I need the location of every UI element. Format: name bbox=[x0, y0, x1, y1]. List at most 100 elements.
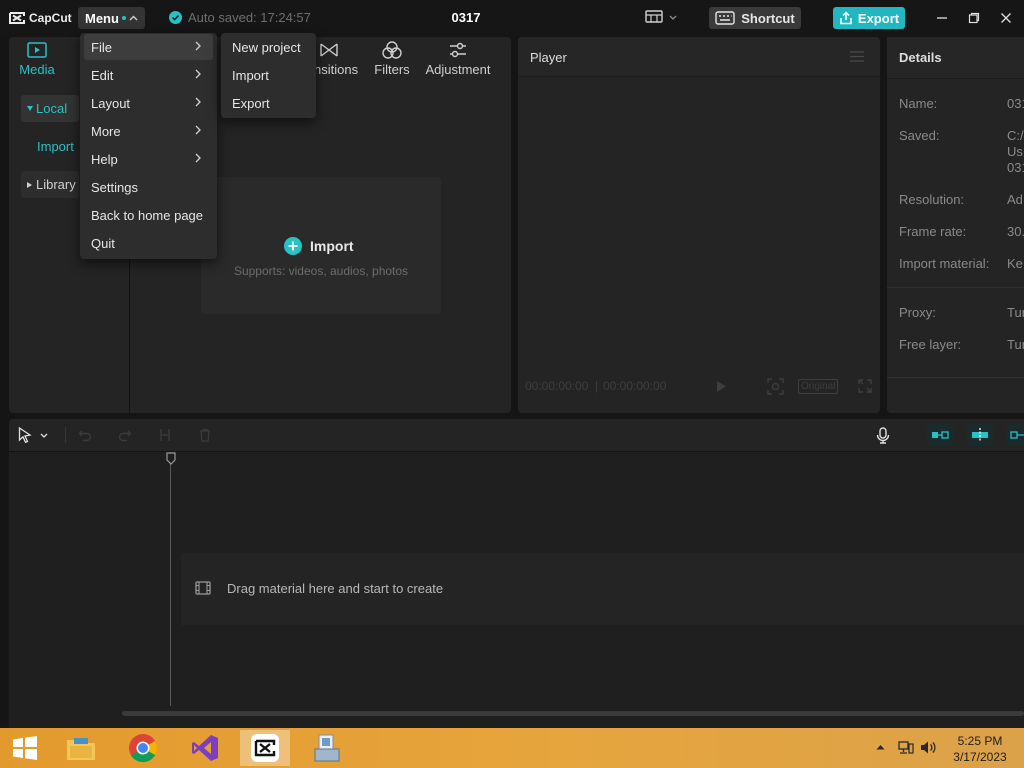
taskbar-app[interactable] bbox=[302, 730, 352, 766]
redo-button[interactable] bbox=[118, 428, 132, 442]
minimize-button[interactable] bbox=[932, 8, 952, 28]
details-free-layer-value: Tur bbox=[1007, 337, 1024, 352]
details-proxy-label: Proxy: bbox=[899, 305, 936, 320]
layout-button[interactable] bbox=[645, 10, 677, 24]
select-tool-button[interactable] bbox=[18, 427, 48, 443]
menu-item-quit-label: Quit bbox=[91, 235, 115, 251]
close-window-button[interactable] bbox=[996, 8, 1016, 28]
play-icon bbox=[717, 381, 726, 392]
split-icon bbox=[160, 429, 170, 441]
menu-item-more-label: More bbox=[91, 123, 121, 139]
import-media-button[interactable]: Import bbox=[284, 237, 354, 255]
tab-media[interactable]: Media bbox=[16, 40, 58, 77]
menu-item-file[interactable]: File bbox=[84, 34, 213, 60]
chevron-right-icon bbox=[195, 97, 201, 107]
time-separator: | bbox=[595, 379, 599, 393]
toolbar-divider bbox=[65, 427, 66, 443]
shortcut-button[interactable]: Shortcut bbox=[709, 7, 801, 29]
menu-item-more[interactable]: More bbox=[84, 118, 213, 144]
player-menu-button[interactable] bbox=[850, 51, 864, 62]
fullscreen-button[interactable] bbox=[858, 379, 872, 393]
tab-filters[interactable]: Filters bbox=[372, 40, 412, 77]
record-audio-button[interactable] bbox=[876, 427, 890, 444]
caret-down-icon bbox=[27, 106, 33, 111]
playhead-icon bbox=[166, 452, 176, 465]
fit-icon bbox=[767, 378, 784, 395]
undo-button[interactable] bbox=[78, 428, 92, 442]
details-import-material-label: Import material: bbox=[899, 256, 990, 271]
project-title: 0317 bbox=[451, 10, 481, 25]
visual-studio-icon bbox=[192, 735, 218, 761]
main-track-magnet-toggle[interactable] bbox=[927, 424, 953, 446]
redo-icon bbox=[118, 430, 132, 442]
details-framerate-value: 30. bbox=[1007, 224, 1024, 239]
main-menu-dropdown: File Edit Layout More Help Settings Back… bbox=[80, 33, 217, 259]
tray-clock-time[interactable]: 5:25 PM bbox=[950, 734, 1010, 748]
check-circle-icon bbox=[169, 11, 182, 24]
start-button[interactable] bbox=[0, 730, 50, 766]
chevron-down-icon bbox=[669, 15, 677, 20]
linkage-toggle[interactable] bbox=[1007, 424, 1024, 446]
tray-show-hidden[interactable] bbox=[876, 744, 885, 750]
taskbar-file-explorer[interactable] bbox=[56, 730, 106, 766]
split-button[interactable] bbox=[158, 428, 172, 442]
timeline-drop-hint: Drag material here and start to create bbox=[227, 581, 444, 596]
play-button[interactable] bbox=[716, 380, 727, 393]
menu-item-help[interactable]: Help bbox=[84, 146, 213, 172]
taskbar-capcut[interactable] bbox=[240, 730, 290, 766]
filters-icon bbox=[382, 40, 402, 59]
delete-button[interactable] bbox=[198, 428, 212, 442]
tray-clock-date[interactable]: 3/17/2023 bbox=[950, 750, 1010, 764]
tab-adjustment[interactable]: Adjustment bbox=[423, 40, 493, 77]
sidebar-item-local[interactable]: Local bbox=[21, 95, 79, 122]
player-time-total: 00:00:00:00 bbox=[603, 379, 667, 393]
maximize-button[interactable] bbox=[964, 8, 984, 28]
timeline-scrollbar[interactable] bbox=[122, 711, 1024, 716]
playhead-handle[interactable] bbox=[166, 452, 176, 465]
menu-item-quit[interactable]: Quit bbox=[84, 230, 213, 256]
menu-item-layout[interactable]: Layout bbox=[84, 90, 213, 116]
chrome-icon bbox=[129, 734, 157, 763]
menu-item-settings[interactable]: Settings bbox=[84, 174, 213, 200]
export-label: Export bbox=[857, 10, 900, 26]
ratio-button[interactable]: Original bbox=[798, 379, 839, 394]
sidebar-item-local-label: Local bbox=[36, 101, 68, 116]
tab-transitions-label: nsitions bbox=[314, 62, 359, 77]
chevron-right-icon bbox=[195, 41, 201, 51]
windows-start-icon bbox=[13, 736, 37, 760]
details-framerate-label: Frame rate: bbox=[899, 224, 967, 239]
shortcut-label: Shortcut bbox=[741, 10, 795, 26]
tab-filters-label: Filters bbox=[374, 62, 410, 77]
auto-snap-toggle[interactable] bbox=[967, 424, 993, 446]
chevron-up-icon bbox=[129, 15, 138, 21]
network-icon bbox=[898, 741, 914, 754]
player-header bbox=[518, 37, 880, 77]
maximize-icon bbox=[968, 12, 980, 24]
tray-network[interactable] bbox=[898, 740, 914, 755]
submenu-item-import[interactable]: Import bbox=[232, 68, 269, 83]
submenu-item-export[interactable]: Export bbox=[232, 96, 270, 111]
player-time-current: 00:00:00:00 bbox=[525, 379, 589, 393]
menu-item-edit-label: Edit bbox=[91, 67, 114, 83]
menu-item-settings-label: Settings bbox=[91, 179, 138, 195]
fit-button[interactable] bbox=[767, 378, 784, 395]
export-button[interactable]: Export bbox=[833, 7, 905, 29]
sidebar-item-import[interactable]: Import bbox=[37, 139, 74, 154]
delete-icon bbox=[200, 428, 210, 442]
submenu-item-new-project[interactable]: New project bbox=[232, 40, 301, 55]
menu-button[interactable]: Menu bbox=[78, 7, 145, 29]
tab-adjustment-label: Adjustment bbox=[425, 62, 491, 77]
plus-circle-icon bbox=[284, 237, 302, 255]
taskbar-chrome[interactable] bbox=[118, 730, 168, 766]
menu-item-back-home[interactable]: Back to home page bbox=[84, 202, 213, 228]
app-logo-text: CapCut bbox=[29, 11, 72, 25]
menu-item-edit[interactable]: Edit bbox=[84, 62, 213, 88]
tray-volume[interactable] bbox=[920, 740, 937, 755]
import-media-label: Import bbox=[310, 238, 354, 254]
notification-dot bbox=[121, 16, 126, 20]
undo-icon bbox=[78, 430, 92, 442]
tab-transitions[interactable]: nsitions bbox=[314, 40, 360, 77]
sidebar-item-library[interactable]: Library bbox=[21, 171, 79, 198]
taskbar-visual-studio[interactable] bbox=[180, 730, 230, 766]
layout-icon bbox=[645, 10, 663, 23]
